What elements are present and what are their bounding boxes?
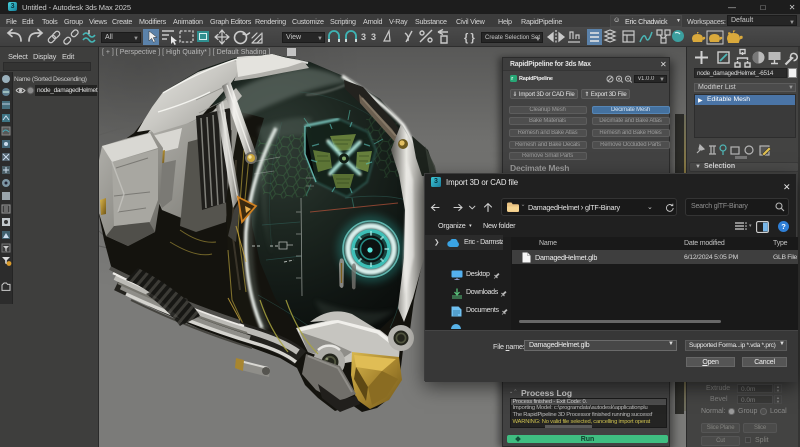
svg-text:3: 3 (371, 32, 376, 42)
svg-text:{ }: { } (464, 32, 475, 44)
svg-text:3: 3 (361, 32, 366, 42)
